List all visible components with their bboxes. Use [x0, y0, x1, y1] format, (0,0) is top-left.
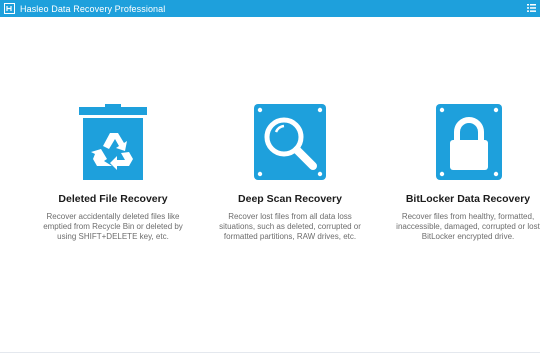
- recycle-bin-icon: [77, 104, 149, 180]
- lock-drive-icon: [432, 104, 504, 180]
- footer-divider: [0, 352, 540, 353]
- magnifier-drive-icon: [254, 104, 326, 180]
- recovery-mode-panel: Deleted File Recovery Recover accidental…: [0, 0, 540, 355]
- card-description: Recover files from healthy, formatted, i…: [396, 212, 540, 241]
- deep-scan-recovery-card[interactable]: Deep Scan Recovery Recover lost files fr…: [200, 104, 380, 242]
- card-title: Deep Scan Recovery: [238, 193, 342, 205]
- deleted-file-recovery-card[interactable]: Deleted File Recovery Recover accidental…: [23, 104, 203, 242]
- card-title: Deleted File Recovery: [58, 193, 168, 205]
- card-description: Recover accidentally deleted files like …: [43, 212, 183, 241]
- bitlocker-data-recovery-card[interactable]: BitLocker Data Recovery Recover files fr…: [378, 104, 540, 242]
- card-description: Recover lost files from all data loss si…: [219, 212, 361, 241]
- card-title: BitLocker Data Recovery: [405, 193, 531, 205]
